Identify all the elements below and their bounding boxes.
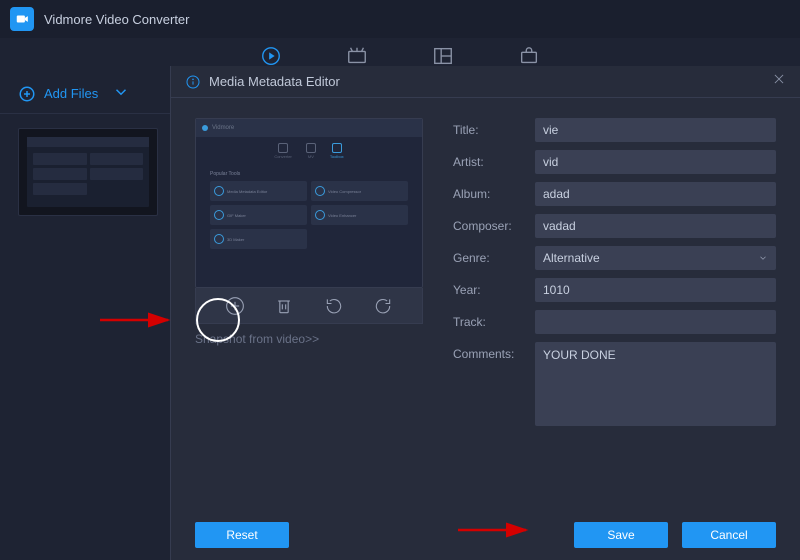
track-input[interactable] [535, 310, 776, 334]
album-input[interactable] [535, 182, 776, 206]
close-button[interactable] [772, 72, 786, 91]
title-label: Title: [453, 118, 525, 142]
delete-snapshot-button[interactable] [273, 295, 295, 317]
cancel-button[interactable]: Cancel [682, 522, 776, 548]
rotate-ccw-button[interactable] [323, 295, 345, 317]
dialog-footer: Reset Save Cancel [171, 522, 800, 548]
add-snapshot-button[interactable] [224, 295, 246, 317]
chevron-down-icon [112, 83, 130, 104]
add-files-label: Add Files [44, 86, 98, 101]
track-label: Track: [453, 310, 525, 334]
metadata-editor-dialog: Media Metadata Editor Vidmore Converter … [170, 66, 800, 560]
genre-label: Genre: [453, 246, 525, 270]
dialog-title: Media Metadata Editor [209, 74, 764, 89]
year-label: Year: [453, 278, 525, 302]
album-label: Album: [453, 182, 525, 206]
comments-label: Comments: [453, 342, 525, 366]
snapshot-preview: Vidmore Converter MV Toolbox Popular Too… [195, 118, 423, 288]
genre-select[interactable]: Alternative [535, 246, 776, 270]
genre-value: Alternative [543, 251, 600, 265]
comments-textarea[interactable] [535, 342, 776, 426]
year-input[interactable] [535, 278, 776, 302]
title-input[interactable] [535, 118, 776, 142]
rotate-cw-button[interactable] [372, 295, 394, 317]
save-button[interactable]: Save [574, 522, 668, 548]
title-bar: Vidmore Video Converter [0, 0, 800, 38]
info-icon [185, 74, 201, 90]
reset-button[interactable]: Reset [195, 522, 289, 548]
dialog-body: Vidmore Converter MV Toolbox Popular Too… [171, 98, 800, 436]
snapshot-link[interactable]: Snapshot from video>> [195, 332, 423, 346]
composer-label: Composer: [453, 214, 525, 238]
video-thumbnail[interactable] [18, 128, 158, 216]
app-title: Vidmore Video Converter [44, 12, 190, 27]
composer-input[interactable] [535, 214, 776, 238]
form-column: Title: Artist: Album: Composer: Genre: A… [453, 118, 776, 426]
snapshot-toolbar [195, 288, 423, 324]
app-logo-icon [10, 7, 34, 31]
preview-column: Vidmore Converter MV Toolbox Popular Too… [195, 118, 423, 426]
artist-input[interactable] [535, 150, 776, 174]
annotation-arrow-add [98, 310, 178, 335]
artist-label: Artist: [453, 150, 525, 174]
dialog-header: Media Metadata Editor [171, 66, 800, 98]
add-files-button[interactable]: Add Files [18, 83, 130, 104]
